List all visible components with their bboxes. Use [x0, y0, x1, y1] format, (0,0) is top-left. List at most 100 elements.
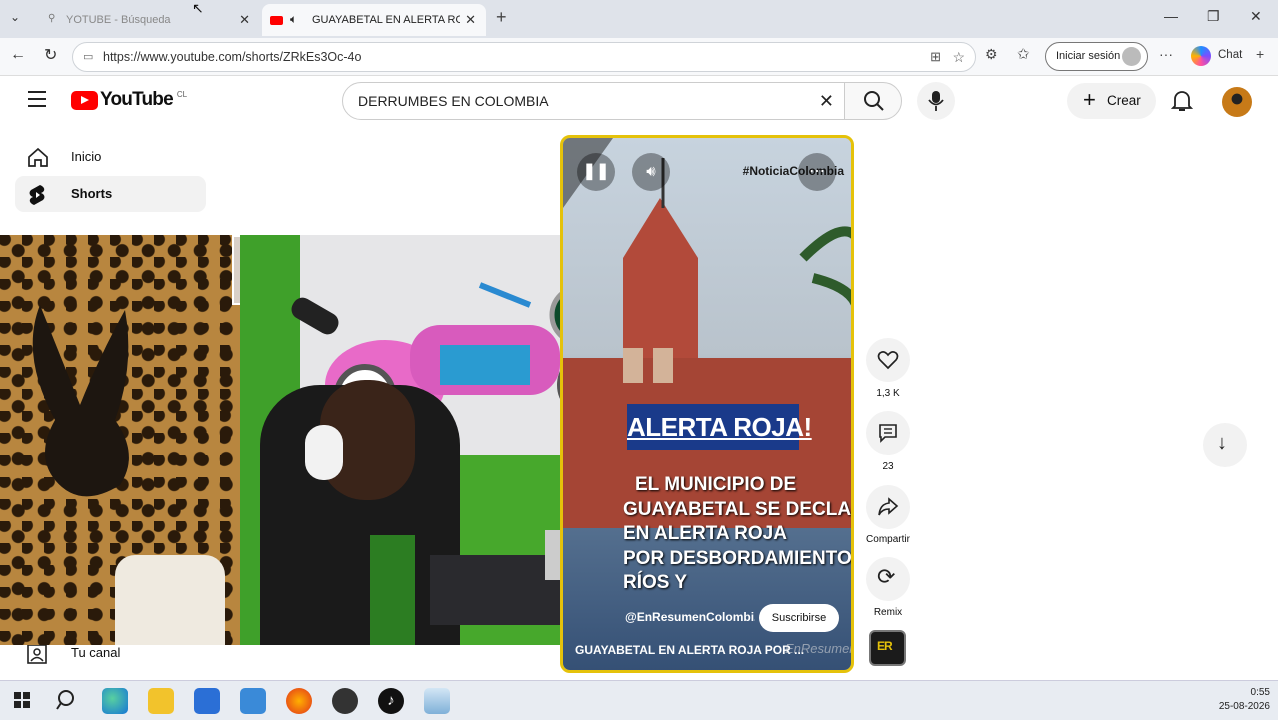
- tab-short-video[interactable]: 🔈︎ GUAYABETAL EN ALERTA ROJA ✕: [262, 4, 486, 36]
- signin-button[interactable]: Iniciar sesión: [1045, 42, 1148, 71]
- youtube-play-icon: [71, 90, 98, 110]
- close-tab-icon[interactable]: ✕: [239, 12, 250, 28]
- tab-label: YOTUBE - Búsqueda: [66, 14, 171, 26]
- caption-line: RÍOS Y: [623, 572, 688, 593]
- app-available-icon[interactable]: ⊞: [930, 43, 941, 71]
- store-icon[interactable]: [194, 688, 220, 714]
- green-shirt: [370, 535, 415, 645]
- channel-icon: [27, 644, 47, 664]
- comment-count: 23: [882, 461, 894, 472]
- share-button[interactable]: [866, 485, 910, 529]
- clock-date: 25-08-2026: [1218, 701, 1270, 712]
- voice-search-button[interactable]: [917, 82, 955, 120]
- create-button[interactable]: + Crear: [1067, 83, 1156, 119]
- close-tab-icon[interactable]: ✕: [465, 12, 476, 28]
- youtube-favicon-icon: [270, 16, 283, 25]
- outlook-icon[interactable]: [240, 688, 266, 714]
- url-text: https://www.youtube.com/shorts/ZRkEs3Oc-…: [103, 50, 362, 64]
- chair: [115, 555, 225, 645]
- webcam-overlay: [0, 235, 626, 645]
- watermark-text: EnResumen: [785, 641, 854, 656]
- hamburger-menu-icon[interactable]: [28, 91, 46, 107]
- caption-block: EL MUNICIPIO DE GUAYABETAL SE DECLARÓ EN…: [623, 473, 852, 596]
- close-window-icon[interactable]: ✕: [1250, 8, 1262, 25]
- short-video-player[interactable]: ❚❚ 🔊︎ #NoticiaColombia ⋯ ALERTA ROJA! EL…: [560, 135, 854, 673]
- share-label: Compartir: [866, 534, 910, 545]
- heart-icon: [877, 351, 899, 370]
- sidebar-item-label: Shorts: [71, 186, 113, 201]
- more-dots-icon: ⋯: [809, 163, 825, 180]
- sidebar-item-inicio[interactable]: Inicio: [15, 139, 206, 175]
- extensions-icon[interactable]: ⚙: [985, 46, 998, 63]
- sidebar-item-label: Inicio: [71, 149, 102, 164]
- comments-button[interactable]: [866, 411, 910, 455]
- caption-line: GUAYABETAL SE DECLARÓ: [623, 498, 852, 520]
- plus-icon: +: [1083, 87, 1096, 112]
- caption-line: EN ALERTA ROJA: [623, 523, 787, 544]
- sidebar-item-label: Tu canal: [71, 645, 121, 660]
- like-button[interactable]: [866, 338, 910, 382]
- youtube-logo[interactable]: YouTube CL: [71, 89, 187, 111]
- copilot-icon[interactable]: [1191, 46, 1211, 66]
- tab-youtube-search[interactable]: ⚲ YOTUBE - Búsqueda ✕: [40, 4, 260, 36]
- channel-logo-icon: ER: [877, 639, 893, 653]
- firefox-icon[interactable]: [286, 688, 312, 714]
- remix-icon: ⟳: [877, 564, 896, 589]
- file-explorer-icon[interactable]: [148, 688, 174, 714]
- user-avatar[interactable]: [1222, 87, 1252, 117]
- windows-taskbar: [0, 680, 1278, 720]
- speaker-icon[interactable]: 🔈︎: [290, 12, 297, 27]
- remix-button[interactable]: ⟳: [866, 557, 910, 601]
- obs-icon[interactable]: [332, 688, 358, 714]
- remix-label: Remix: [873, 607, 903, 618]
- back-icon[interactable]: ←: [10, 46, 26, 64]
- taskbar-clock[interactable]: 0:55 25-08-2026: [1218, 686, 1270, 714]
- share-arrow-icon: [878, 497, 899, 516]
- search-input[interactable]: DERRUMBES EN COLOMBIA ✕: [342, 82, 845, 120]
- mouse-cursor-icon: ↖: [192, 0, 204, 16]
- arrow-down-icon: ↓: [1217, 432, 1227, 454]
- pause-button[interactable]: ❚❚: [577, 153, 615, 191]
- site-info-icon[interactable]: ▭: [83, 43, 93, 71]
- like-count: 1,3 K: [876, 388, 900, 399]
- alert-banner: ALERTA ROJA!: [627, 404, 812, 450]
- favorites-icon[interactable]: ✩: [1017, 45, 1030, 63]
- reload-icon[interactable]: ↻: [44, 45, 57, 65]
- taskbar-search-icon[interactable]: [56, 689, 78, 711]
- search-icon: [864, 91, 884, 111]
- tab-label: GUAYABETAL EN ALERTA ROJA: [312, 14, 460, 26]
- volume-button[interactable]: 🔊︎: [632, 153, 670, 191]
- address-bar[interactable]: ▭ https://www.youtube.com/shorts/ZRkEs3O…: [72, 42, 976, 72]
- next-short-button[interactable]: ↓: [1203, 423, 1247, 467]
- new-tab-icon[interactable]: +: [496, 7, 507, 28]
- edge-browser-icon[interactable]: [102, 688, 128, 714]
- create-label: Crear: [1107, 93, 1141, 108]
- tiktok-icon[interactable]: ♪: [378, 688, 404, 714]
- subscribe-button[interactable]: Suscribirse: [759, 604, 839, 632]
- short-title[interactable]: GUAYABETAL EN ALERTA ROJA POR ...: [575, 643, 815, 657]
- channel-handle[interactable]: @EnResumenColombi...: [625, 610, 755, 624]
- profile-icon: [1122, 47, 1141, 66]
- microphone-icon: [928, 91, 944, 111]
- pause-icon: ❚❚: [582, 163, 610, 180]
- windows-start-icon[interactable]: [14, 692, 30, 708]
- sidebar-item-shorts[interactable]: Shorts: [15, 176, 206, 212]
- tab-list-chevron-icon[interactable]: ⌄: [10, 10, 20, 24]
- sidebar-add-icon[interactable]: +: [1256, 46, 1264, 62]
- restore-icon[interactable]: ❐: [1207, 8, 1220, 25]
- search-button[interactable]: [844, 82, 902, 120]
- notifications-bell-icon[interactable]: [1171, 89, 1193, 113]
- channel-thumbnail[interactable]: ER: [869, 630, 906, 666]
- search-value: DERRUMBES EN COLOMBIA: [358, 93, 549, 109]
- more-menu-icon[interactable]: ···: [1159, 46, 1173, 62]
- clear-search-icon[interactable]: ✕: [819, 83, 834, 119]
- chat-label[interactable]: Chat: [1218, 49, 1242, 61]
- minimize-icon[interactable]: —: [1164, 8, 1178, 24]
- caption-line: POR DESBORDAMIENTO DE: [623, 547, 852, 569]
- volume-icon: 🔊︎: [646, 163, 656, 180]
- app-icon[interactable]: [424, 688, 450, 714]
- favorite-star-icon[interactable]: ☆: [952, 43, 965, 71]
- country-code: CL: [176, 89, 188, 99]
- caption-line: EL MUNICIPIO DE: [635, 474, 797, 495]
- more-options-button[interactable]: ⋯: [798, 153, 836, 191]
